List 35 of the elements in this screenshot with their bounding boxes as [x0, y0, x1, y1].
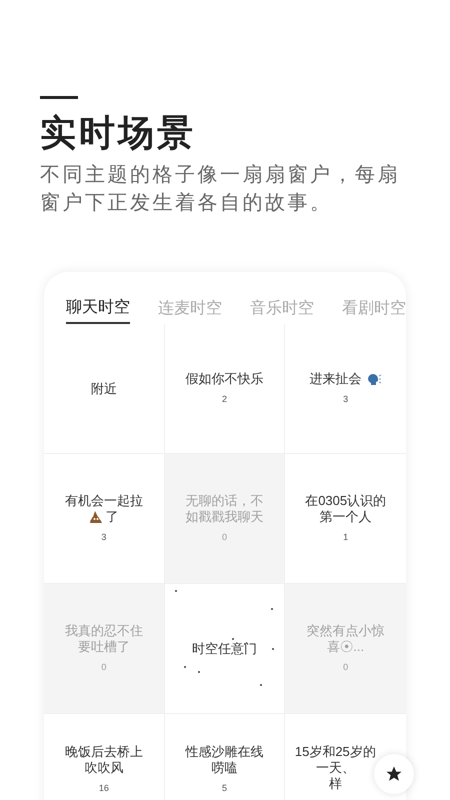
tile-title: 突然有点小惊喜☉... — [306, 622, 386, 655]
scene-tile[interactable]: 在0305认识的第一个人 1 — [285, 454, 406, 584]
member-count: 1 — [343, 530, 348, 544]
star-icon — [385, 765, 403, 783]
member-count: 3 — [101, 530, 106, 544]
page-title: 实时场景 — [40, 111, 197, 155]
member-count: 5 — [222, 782, 227, 795]
tile-title: 晚饭后去桥上吹吹风 — [64, 744, 144, 776]
scene-tile[interactable]: 进来扯会 3 — [285, 324, 406, 454]
scene-tile[interactable]: 附近 — [44, 324, 165, 454]
tile-title: 无聊的话，不如戳戳我聊天 — [184, 492, 264, 525]
tile-title: 性感沙雕在线唠嗑 — [184, 744, 264, 776]
accent-rule — [40, 96, 78, 99]
member-count: 2 — [222, 392, 227, 406]
tile-title: 附近 — [90, 380, 117, 396]
scene-tile[interactable]: 性感沙雕在线唠嗑 5 — [164, 714, 286, 800]
tile-title: 在0305认识的第一个人 — [304, 492, 388, 525]
scene-tile[interactable]: 假如你不快乐 2 — [164, 324, 286, 454]
member-count: 0 — [101, 660, 106, 674]
tile-title: 有机会一起拉 了 — [64, 492, 143, 525]
tile-title: 进来扯会 — [310, 370, 382, 387]
tile-title: 假如你不快乐 — [185, 370, 264, 387]
member-count: 0 — [222, 530, 227, 544]
scene-tile[interactable]: 有机会一起拉 了 3 — [44, 454, 165, 584]
scene-tile[interactable]: 晚饭后去桥上吹吹风 16 — [44, 714, 165, 800]
tile-title: 时空任意门 — [192, 640, 257, 656]
scene-tile[interactable]: 时空任意门 — [164, 584, 286, 714]
member-count: 0 — [343, 660, 348, 674]
member-count: 16 — [98, 782, 109, 795]
page-subtitle: 不同主题的格子像一扇扇窗户，每扇窗户下正发生着各自的故事。 — [40, 163, 401, 216]
speaking-head-icon — [366, 372, 382, 386]
tile-title: 我真的忍不住要吐槽了 — [64, 622, 144, 655]
tile-title: 15岁和25岁的一天、 样 — [294, 744, 377, 792]
poop-icon — [89, 510, 104, 524]
member-count: 3 — [343, 392, 348, 406]
